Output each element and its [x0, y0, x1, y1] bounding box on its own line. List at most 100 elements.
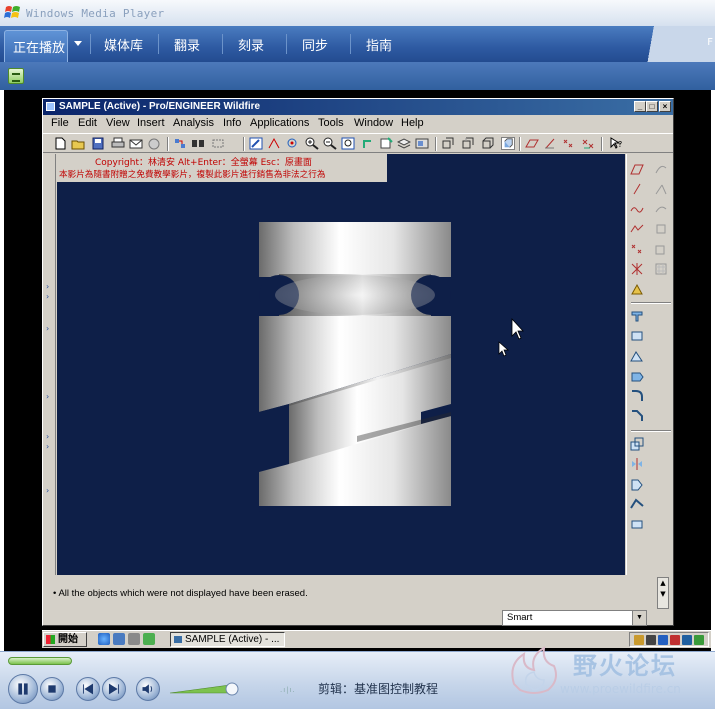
- new-file-icon[interactable]: [53, 137, 67, 150]
- datum-planes-icon[interactable]: [525, 137, 539, 150]
- blend-icon[interactable]: [630, 369, 644, 383]
- trim-icon[interactable]: [630, 497, 644, 511]
- tab-sync[interactable]: 同步: [302, 35, 328, 54]
- refit-icon[interactable]: [341, 137, 355, 150]
- print-icon[interactable]: [111, 137, 125, 150]
- expand-arrow-icon[interactable]: ›: [46, 324, 49, 333]
- minimize-icon[interactable]: _: [634, 101, 646, 112]
- regenerate-icon[interactable]: [173, 137, 187, 150]
- offset-tool-icon[interactable]: [654, 222, 668, 236]
- start-button[interactable]: 開始: [43, 632, 87, 647]
- mirror-icon[interactable]: [630, 457, 644, 471]
- datum-point-icon[interactable]: [630, 242, 644, 256]
- menu-insert[interactable]: Insert: [137, 117, 165, 129]
- datum-curve-icon[interactable]: [630, 202, 644, 216]
- previous-button[interactable]: [76, 677, 100, 701]
- menu-window[interactable]: Window: [354, 117, 393, 129]
- sweep-icon[interactable]: [630, 349, 644, 363]
- shading-icon[interactable]: [501, 137, 515, 150]
- expand-arrow-icon[interactable]: ›: [46, 442, 49, 451]
- message-scrollbar[interactable]: ▲ ▼: [657, 577, 669, 609]
- wmp-tab-bar: 正在播放 媒体库 翻录 刻录 同步 指南 F: [0, 26, 715, 62]
- expand-arrow-icon[interactable]: ›: [46, 282, 49, 291]
- revolve-icon[interactable]: [630, 329, 644, 343]
- context-help-icon[interactable]: ?: [609, 137, 623, 150]
- repaint-icon[interactable]: [249, 137, 263, 150]
- pause-button[interactable]: [8, 674, 38, 704]
- menu-file[interactable]: File: [51, 117, 69, 129]
- mail-link-icon[interactable]: [147, 137, 161, 150]
- expand-arrow-icon[interactable]: ›: [46, 486, 49, 495]
- quick-launch-icon[interactable]: [143, 633, 155, 645]
- fire-logo-icon: [511, 646, 557, 694]
- seek-bar[interactable]: [8, 657, 72, 665]
- zoom-in-icon[interactable]: [305, 137, 319, 150]
- selection-filter[interactable]: Smart ▼: [502, 610, 647, 626]
- tab-rip[interactable]: 翻录: [174, 35, 200, 54]
- media-icon[interactable]: [128, 633, 140, 645]
- reorient-icon[interactable]: [361, 137, 375, 150]
- model-graphics-area[interactable]: [57, 154, 625, 575]
- send-mail-icon[interactable]: [129, 137, 143, 150]
- mute-button[interactable]: [136, 677, 160, 701]
- close-icon[interactable]: ×: [659, 101, 671, 112]
- wireframe-icon[interactable]: [441, 137, 455, 150]
- menu-view[interactable]: View: [106, 117, 130, 129]
- expand-arrow-icon[interactable]: ›: [46, 292, 49, 301]
- tab-guide[interactable]: 指南: [366, 35, 392, 54]
- hidden-line-icon[interactable]: [461, 137, 475, 150]
- datum-axes-icon[interactable]: [543, 137, 557, 150]
- analysis-feature-icon[interactable]: [630, 282, 644, 296]
- find-icon[interactable]: [191, 137, 205, 150]
- saved-views-icon[interactable]: [379, 137, 393, 150]
- spin-center-icon[interactable]: [267, 137, 281, 150]
- coordinate-system-icon[interactable]: [630, 262, 644, 276]
- save-icon[interactable]: [91, 137, 105, 150]
- extend-icon[interactable]: [630, 517, 644, 531]
- coordinate-systems-icon[interactable]: [581, 137, 595, 150]
- sketch-tool-icon[interactable]: [654, 162, 668, 176]
- datum-points-icon[interactable]: [561, 137, 575, 150]
- orient-mode-icon[interactable]: [285, 137, 299, 150]
- ie-icon[interactable]: [98, 633, 110, 645]
- selection-box-icon[interactable]: [211, 137, 225, 150]
- grid-tool-icon[interactable]: [654, 262, 668, 276]
- expand-arrow-icon[interactable]: ›: [46, 392, 49, 401]
- round-icon[interactable]: [630, 389, 644, 403]
- copy-tool-icon[interactable]: [654, 242, 668, 256]
- zoom-out-icon[interactable]: [323, 137, 337, 150]
- open-folder-icon[interactable]: [71, 137, 85, 150]
- menu-info[interactable]: Info: [223, 117, 241, 129]
- taskbar-item-proe[interactable]: SAMPLE (Active) - ...: [170, 632, 285, 647]
- layers-icon[interactable]: [397, 137, 411, 150]
- menu-analysis[interactable]: Analysis: [173, 117, 214, 129]
- no-hidden-icon[interactable]: [481, 137, 495, 150]
- extrude-icon[interactable]: [630, 309, 644, 323]
- chamfer-icon[interactable]: [630, 409, 644, 423]
- curve-tool-icon[interactable]: [654, 182, 668, 196]
- volume-slider[interactable]: [168, 680, 244, 698]
- menu-edit[interactable]: Edit: [78, 117, 97, 129]
- next-button[interactable]: [102, 677, 126, 701]
- plane-tool-icon[interactable]: [630, 162, 644, 176]
- menu-icon[interactable]: [8, 68, 24, 84]
- sketched-curve-icon[interactable]: [630, 222, 644, 236]
- axis-tool-icon[interactable]: [630, 182, 644, 196]
- chevron-down-icon[interactable]: [74, 41, 82, 46]
- desktop-icon[interactable]: [113, 633, 125, 645]
- tab-now-playing[interactable]: 正在播放: [4, 30, 68, 62]
- menu-tools[interactable]: Tools: [318, 117, 344, 129]
- tab-divider: [286, 34, 287, 54]
- stop-button[interactable]: [40, 677, 64, 701]
- analysis-tool-icon[interactable]: [654, 202, 668, 216]
- menu-applications[interactable]: Applications: [250, 117, 309, 129]
- menu-help[interactable]: Help: [401, 117, 424, 129]
- tab-library[interactable]: 媒体库: [104, 35, 143, 54]
- expand-arrow-icon[interactable]: ›: [46, 432, 49, 441]
- maximize-icon[interactable]: □: [646, 101, 658, 112]
- copy-feature-icon[interactable]: [630, 437, 644, 451]
- view-manager-icon[interactable]: [415, 137, 429, 150]
- tab-burn[interactable]: 刻录: [238, 35, 264, 54]
- merge-icon[interactable]: [630, 477, 644, 491]
- chevron-down-icon[interactable]: ▼: [632, 611, 646, 625]
